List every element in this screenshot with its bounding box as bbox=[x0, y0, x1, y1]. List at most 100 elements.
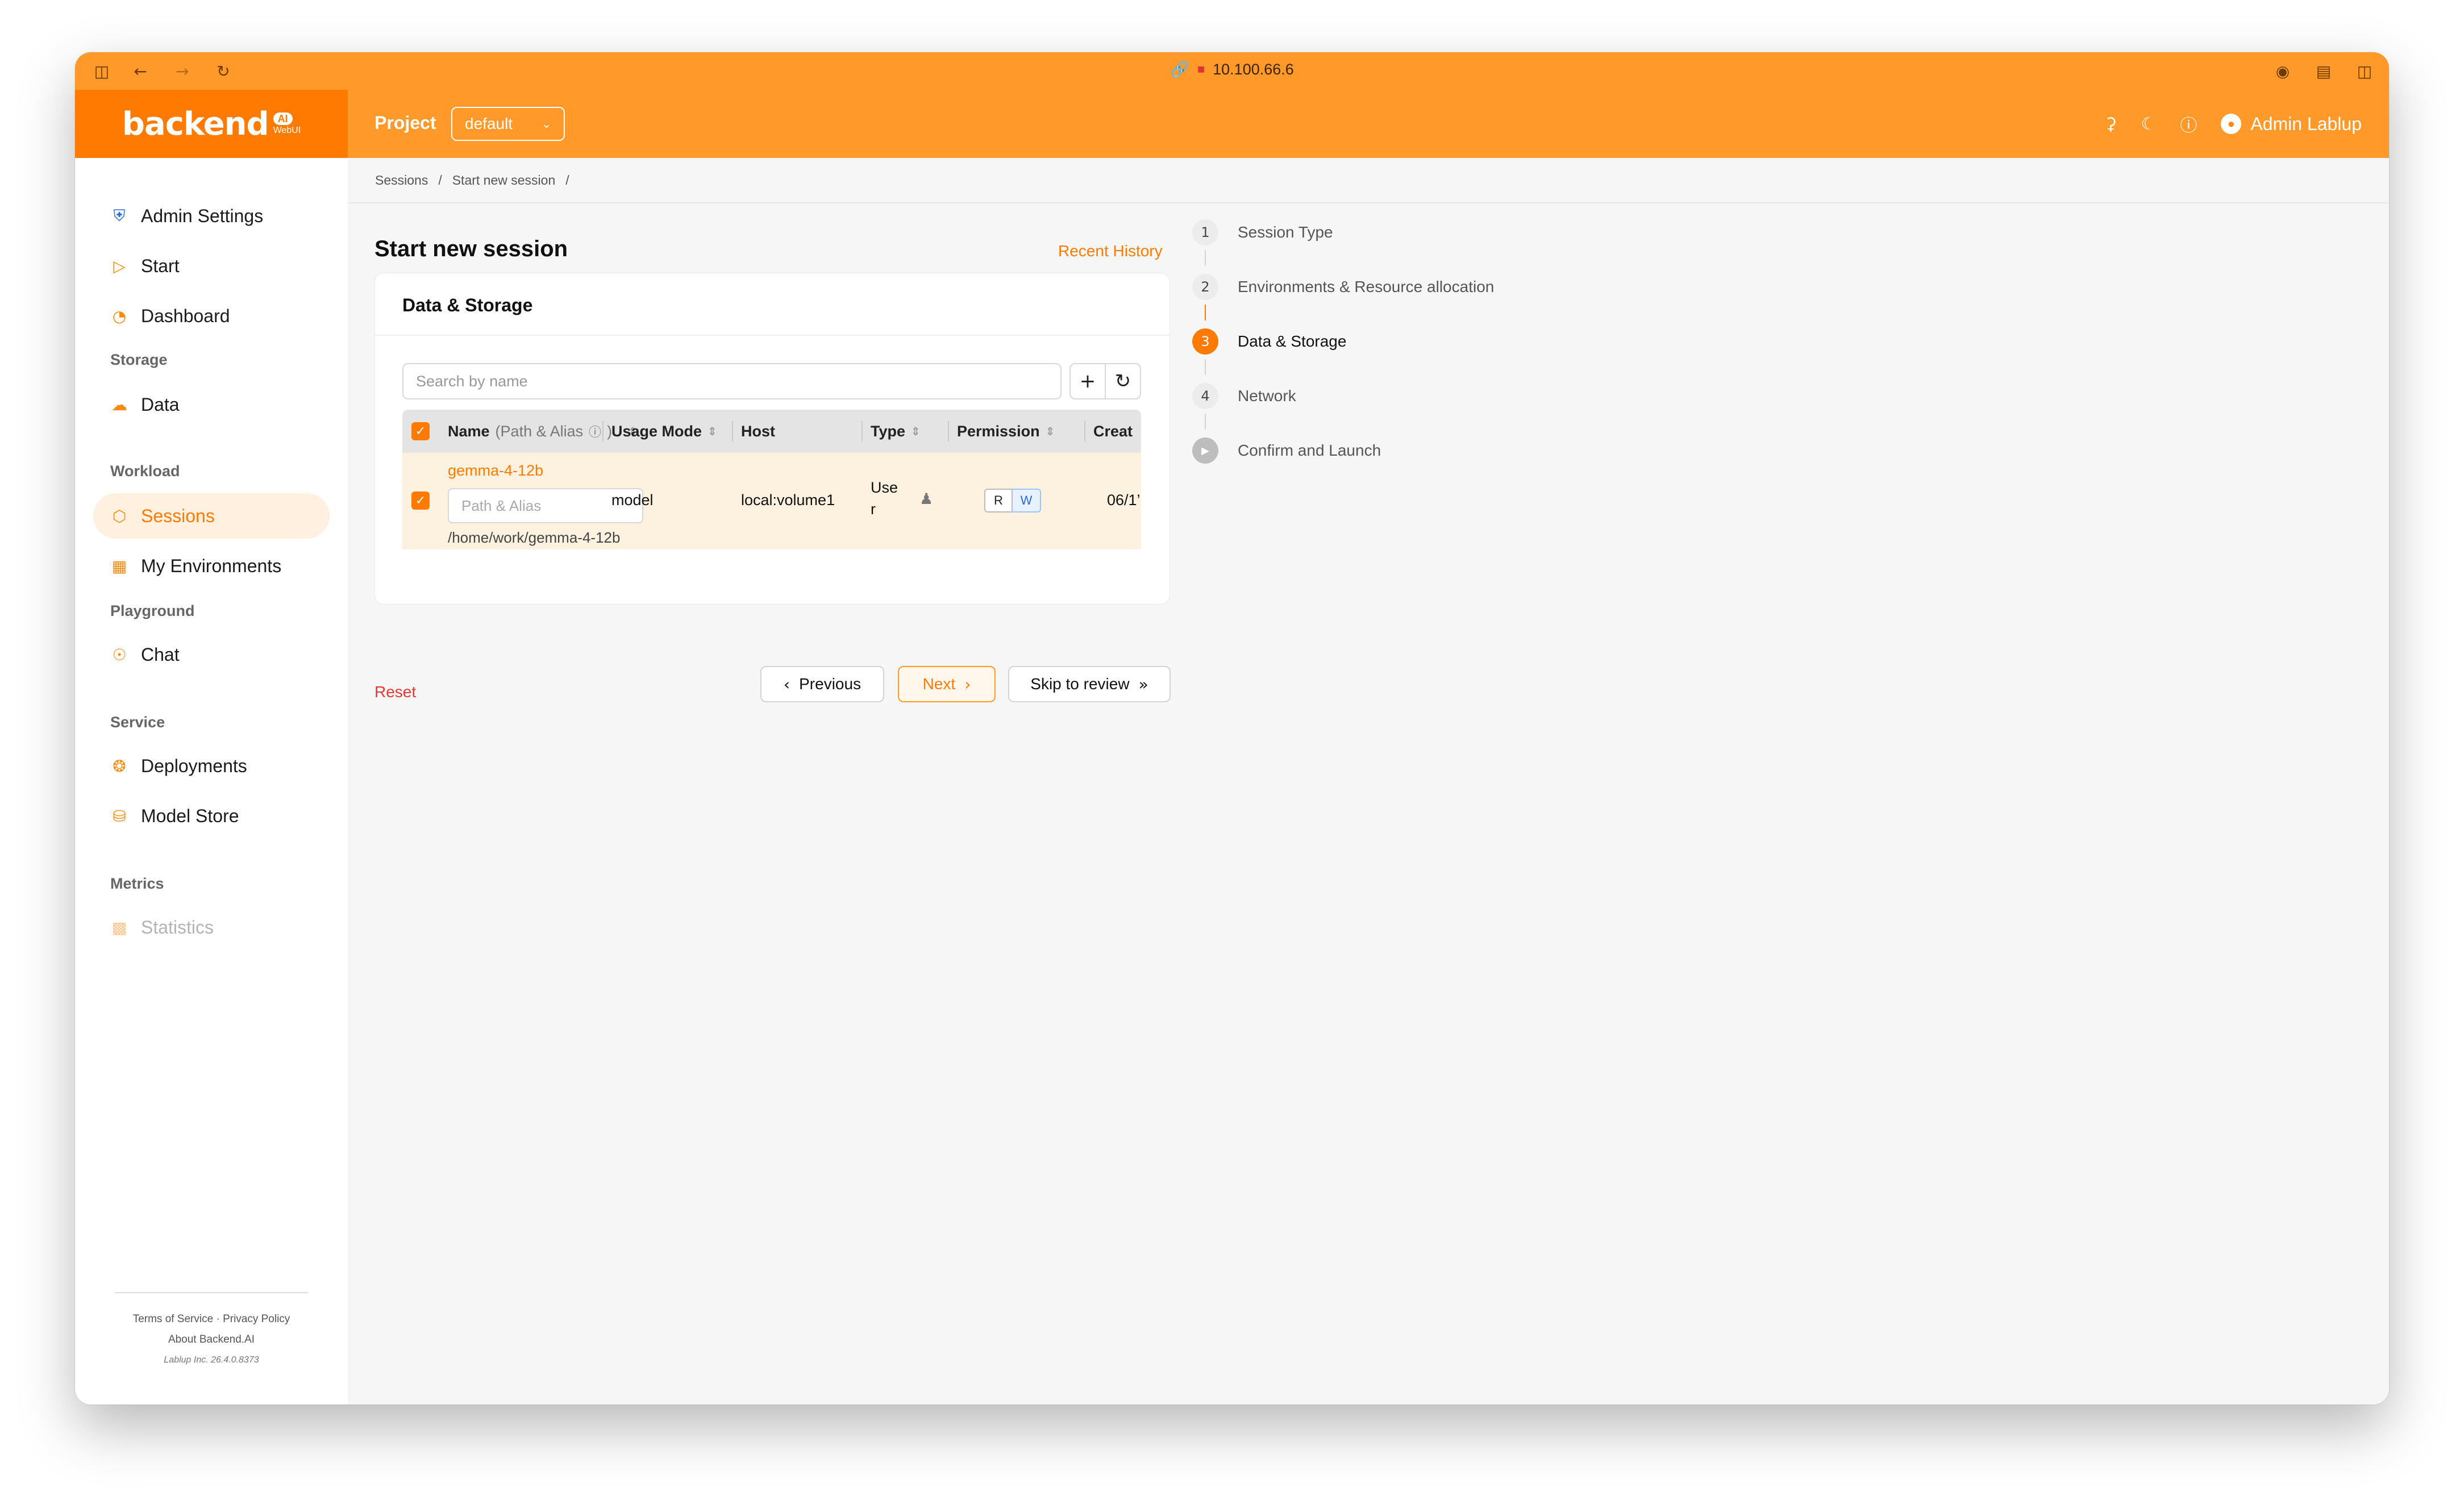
folder-table: ✓ Name (Path & Alias ⓘ) ⇕ Usage Mode ⇕ H… bbox=[402, 410, 1141, 555]
sidebar-item-admin-settings[interactable]: ⛨ Admin Settings bbox=[93, 193, 330, 239]
sidebar-toggle-icon[interactable]: ◫ bbox=[92, 61, 111, 81]
sidebar-item-start[interactable]: ▷ Start bbox=[93, 243, 330, 289]
privacy-link[interactable]: Privacy Policy bbox=[223, 1313, 290, 1325]
nav-group-workload: Workload bbox=[110, 463, 180, 480]
forward-icon[interactable]: → bbox=[173, 61, 192, 81]
terms-link[interactable]: Terms of Service bbox=[133, 1313, 213, 1325]
about-link[interactable]: About Backend.AI bbox=[115, 1330, 308, 1350]
sidebar-item-data[interactable]: ☁ Data bbox=[93, 382, 330, 427]
breadcrumb-sessions[interactable]: Sessions bbox=[375, 173, 428, 188]
sidebar-item-deployments[interactable]: ❂ Deployments bbox=[93, 743, 330, 789]
add-folder-button[interactable]: + bbox=[1069, 363, 1106, 399]
permission-read-badge: R bbox=[984, 489, 1013, 512]
sidebar-item-my-environments[interactable]: ▦ My Environments bbox=[93, 543, 330, 589]
column-permission-label: Permission bbox=[957, 422, 1040, 440]
check-icon: ✓ bbox=[415, 493, 426, 508]
step-number: 2 bbox=[1192, 274, 1218, 300]
step-confirm-launch[interactable]: ▶ Confirm and Launch bbox=[1192, 438, 1381, 464]
column-created[interactable]: Creat bbox=[1093, 410, 1133, 453]
breadcrumb-start-new-session[interactable]: Start new session bbox=[452, 173, 556, 188]
folder-name-link[interactable]: gemma-4-12b bbox=[448, 462, 543, 480]
column-name[interactable]: Name (Path & Alias ⓘ) ⇕ bbox=[448, 410, 638, 453]
bar-chart-icon: ▩ bbox=[111, 918, 127, 937]
skip-label: Skip to review bbox=[1030, 675, 1130, 693]
next-button[interactable]: Next › bbox=[898, 666, 996, 702]
sidebar-item-label: Model Store bbox=[141, 805, 239, 826]
chevron-left-icon: ‹ bbox=[783, 674, 790, 694]
moon-icon[interactable]: ☾ bbox=[2141, 114, 2156, 134]
step-number: 1 bbox=[1192, 219, 1218, 245]
column-name-label: Name bbox=[448, 422, 490, 440]
search-input[interactable]: Search by name bbox=[402, 363, 1062, 399]
step-data-storage[interactable]: 3 Data & Storage bbox=[1192, 328, 1346, 355]
refresh-icon: ↻ bbox=[1114, 370, 1131, 393]
recent-history-link[interactable]: Recent History bbox=[1058, 242, 1163, 260]
split-view-icon[interactable]: ◫ bbox=[2355, 61, 2374, 81]
logo-ai-badge: AI bbox=[273, 113, 293, 125]
bell-icon[interactable]: ⚳ bbox=[2104, 114, 2117, 134]
sidebar-item-label: Sessions bbox=[141, 505, 215, 526]
sort-icon[interactable]: ⇕ bbox=[707, 424, 717, 438]
plus-icon: + bbox=[1079, 370, 1096, 393]
password-icon[interactable]: ◉ bbox=[2273, 61, 2292, 81]
sidebar-item-model-store[interactable]: ⛁ Model Store bbox=[93, 793, 330, 839]
sidebar-item-chat[interactable]: ☉ Chat bbox=[93, 632, 330, 677]
chevron-right-icon: › bbox=[964, 674, 971, 694]
sidebar-item-label: Deployments bbox=[141, 755, 247, 776]
address-bar[interactable]: 🔗 ■ 10.100.66.6 bbox=[1170, 60, 1294, 78]
table-row[interactable]: ✓ gemma-4-12b Path & Alias /home/work/ge… bbox=[402, 453, 1141, 549]
row-checkbox[interactable]: ✓ bbox=[411, 491, 430, 510]
step-number: 3 bbox=[1192, 328, 1218, 355]
card-title: Data & Storage bbox=[402, 295, 533, 315]
column-usage-mode-label: Usage Mode bbox=[611, 422, 702, 440]
select-all-checkbox[interactable]: ✓ bbox=[411, 422, 430, 440]
refresh-button[interactable]: ↻ bbox=[1105, 363, 1141, 399]
permission-badges: R W bbox=[984, 489, 1041, 512]
sidebar-item-label: Start bbox=[141, 255, 180, 276]
type-value-line: Use bbox=[871, 479, 898, 496]
play-icon: ▶ bbox=[1192, 438, 1218, 464]
reader-icon[interactable]: ▤ bbox=[2314, 61, 2333, 81]
chat-icon: ☉ bbox=[112, 645, 127, 664]
reload-icon[interactable]: ↻ bbox=[214, 61, 233, 81]
step-number: 4 bbox=[1192, 383, 1218, 409]
step-environments[interactable]: 2 Environments & Resource allocation bbox=[1192, 274, 1494, 300]
column-type[interactable]: Type ⇕ bbox=[871, 410, 921, 453]
step-label: Session Type bbox=[1238, 223, 1333, 241]
help-icon[interactable]: ⓘ bbox=[2180, 111, 2197, 136]
nav-group-storage: Storage bbox=[110, 351, 168, 368]
host-value: local:volume1 bbox=[741, 491, 835, 509]
sidebar-item-statistics[interactable]: ▩ Statistics bbox=[93, 905, 330, 950]
sort-icon[interactable]: ⇕ bbox=[1046, 424, 1055, 438]
column-permission[interactable]: Permission ⇕ bbox=[957, 410, 1055, 453]
top-header: backend AI WebUI Project default ⌄ ⚳ ☾ ⓘ… bbox=[75, 90, 2389, 158]
sidebar-item-sessions[interactable]: ⬡ Sessions bbox=[93, 493, 330, 539]
project-select[interactable]: default ⌄ bbox=[451, 107, 565, 141]
app: backend AI WebUI Project default ⌄ ⚳ ☾ ⓘ… bbox=[75, 90, 2389, 1405]
logo-webui-label: WebUI bbox=[273, 126, 301, 135]
folder-path: /home/work/gemma-4-12b bbox=[448, 529, 621, 546]
back-icon[interactable]: ← bbox=[131, 61, 150, 81]
step-label: Confirm and Launch bbox=[1238, 441, 1381, 459]
skip-to-review-button[interactable]: Skip to review » bbox=[1008, 666, 1171, 702]
column-host[interactable]: Host bbox=[741, 410, 775, 453]
column-usage-mode[interactable]: Usage Mode ⇕ bbox=[611, 410, 717, 453]
step-network[interactable]: 4 Network bbox=[1192, 383, 1296, 409]
help-icon[interactable]: ⓘ bbox=[589, 422, 601, 440]
previous-button[interactable]: ‹ Previous bbox=[760, 666, 884, 702]
user-icon: ♟ bbox=[919, 490, 934, 508]
sort-icon[interactable]: ⇕ bbox=[911, 424, 921, 438]
logo[interactable]: backend AI WebUI bbox=[75, 90, 348, 158]
column-host-label: Host bbox=[741, 422, 775, 440]
column-type-label: Type bbox=[871, 422, 906, 440]
column-created-label: Creat bbox=[1093, 422, 1133, 440]
next-label: Next bbox=[922, 675, 956, 693]
step-session-type[interactable]: 1 Session Type bbox=[1192, 219, 1333, 245]
user-menu[interactable]: ● Admin Lablup bbox=[2221, 114, 2362, 135]
reset-button[interactable]: Reset bbox=[374, 683, 416, 701]
sidebar-item-label: Chat bbox=[141, 644, 180, 665]
sidebar-item-dashboard[interactable]: ◔ Dashboard bbox=[93, 293, 330, 339]
step-label: Data & Storage bbox=[1238, 332, 1347, 350]
version-text: Lablup Inc. 26.4.0.8373 bbox=[164, 1355, 259, 1365]
browser-window: ◫ ← → ↻ 🔗 ■ 10.100.66.6 ◉ ▤ ◫ backend AI… bbox=[75, 52, 2389, 1405]
